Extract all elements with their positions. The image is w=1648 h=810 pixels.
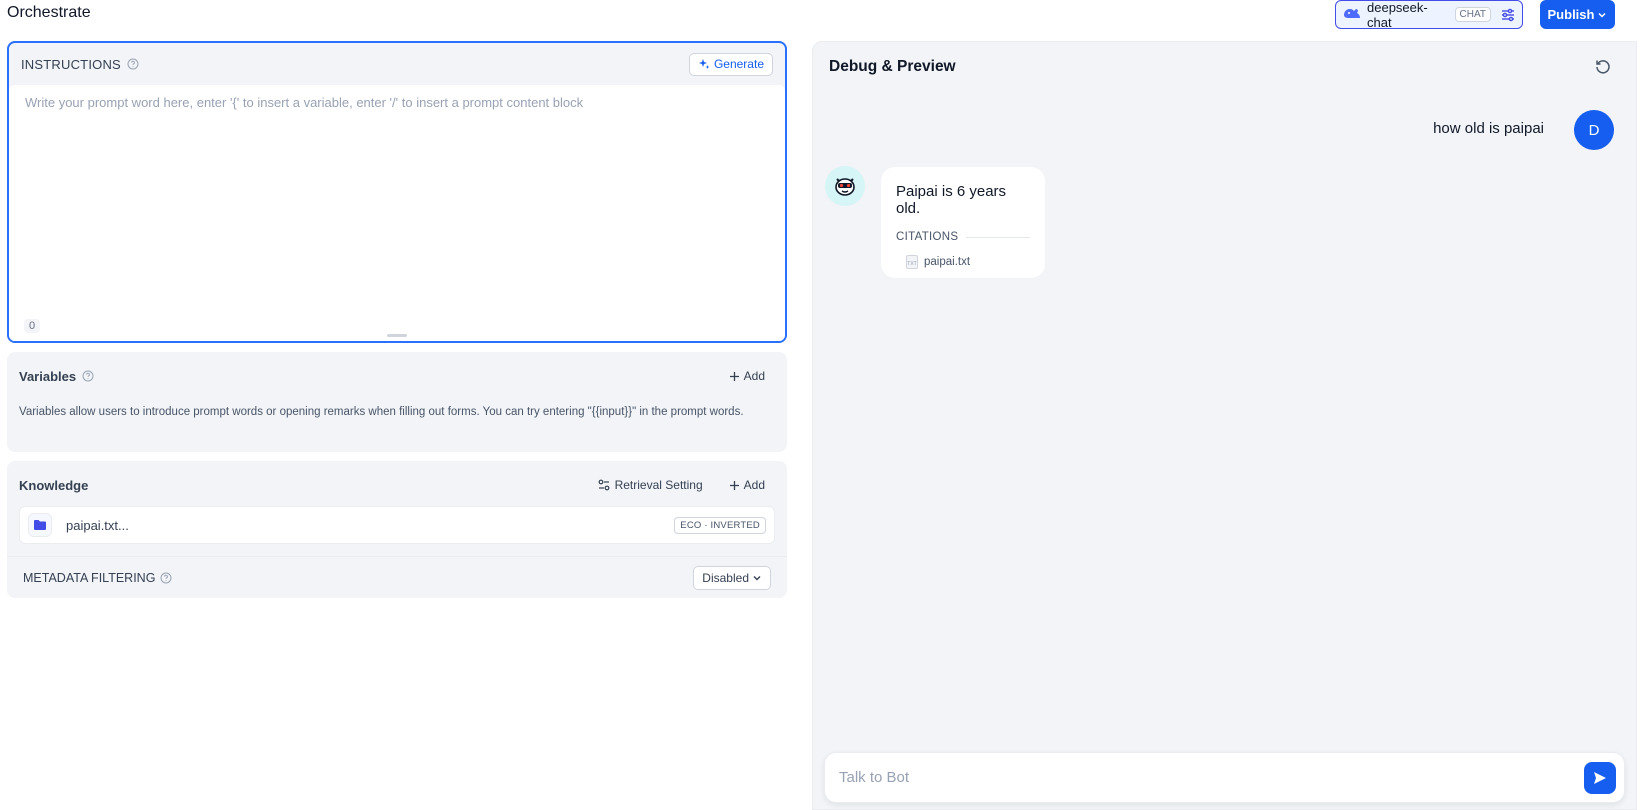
- metadata-filtering-row: METADATA FILTERING Disabled: [7, 556, 787, 598]
- debug-title: Debug & Preview: [829, 58, 956, 75]
- metadata-filtering-heading: METADATA FILTERING: [23, 571, 172, 585]
- help-icon[interactable]: [160, 572, 172, 584]
- help-icon[interactable]: [127, 58, 139, 70]
- divider: [966, 236, 1030, 238]
- knowledge-panel: Knowledge Retrieval Setting Add paipai.t…: [7, 461, 787, 598]
- debug-preview-panel: Debug & Preview how old is paipai D Paip…: [812, 41, 1637, 810]
- instructions-input[interactable]: [9, 85, 785, 295]
- resize-handle[interactable]: [387, 334, 407, 337]
- page-title: Orchestrate: [7, 4, 91, 21]
- send-icon: [1594, 771, 1606, 784]
- instructions-editor: 0: [9, 85, 785, 341]
- add-variable-button[interactable]: Add: [719, 365, 775, 387]
- generate-label: Generate: [713, 57, 764, 71]
- chevron-down-icon: [1598, 12, 1606, 18]
- dataset-name: paipai.txt...: [66, 517, 129, 533]
- publish-button[interactable]: Publish: [1540, 0, 1615, 29]
- sliders-icon[interactable]: [1500, 7, 1516, 23]
- citation-name: paipai.txt: [924, 256, 971, 268]
- user-message: how old is paipai: [1433, 120, 1544, 137]
- model-name: deepseek-chat: [1367, 0, 1428, 30]
- txt-file-icon: TXT: [906, 255, 918, 269]
- whale-icon: [1342, 7, 1362, 23]
- refresh-icon[interactable]: [1594, 58, 1612, 76]
- bot-message-bubble: Paipai is 6 years old. CITATIONS TXT pai…: [881, 167, 1045, 278]
- chat-input[interactable]: [839, 769, 1584, 786]
- instructions-label: INSTRUCTIONS: [21, 56, 121, 72]
- sparkle-icon: [698, 59, 710, 69]
- add-variable-label: Add: [743, 369, 765, 383]
- add-knowledge-label: Add: [743, 478, 765, 492]
- metadata-filtering-label: METADATA FILTERING: [23, 570, 156, 585]
- retrieval-setting-button[interactable]: Retrieval Setting: [592, 474, 709, 496]
- model-mode-badge: CHAT: [1454, 7, 1491, 22]
- chevron-down-icon: [753, 575, 761, 580]
- variables-description: Variables allow users to introduce promp…: [19, 406, 744, 418]
- citations-label: CITATIONS: [896, 231, 959, 243]
- dataset-index-badge: ECO · INVERTED: [674, 516, 766, 534]
- model-selector-button[interactable]: deepseek-chat CHAT: [1335, 0, 1523, 30]
- dataset-item[interactable]: paipai.txt... ECO · INVERTED: [19, 506, 775, 544]
- bot-message: Paipai is 6 years old.: [896, 183, 1007, 217]
- add-knowledge-button[interactable]: Add: [719, 474, 775, 496]
- plus-icon: [729, 480, 739, 490]
- chat-input-container: [824, 752, 1625, 803]
- plus-icon: [729, 371, 739, 381]
- settings-sliders-icon: [598, 479, 609, 491]
- help-icon[interactable]: [82, 370, 94, 382]
- variables-title: Variables: [19, 368, 77, 384]
- retrieval-setting-label: Retrieval Setting: [614, 478, 703, 492]
- instructions-panel: INSTRUCTIONS Generate 0: [7, 41, 787, 343]
- user-avatar: D: [1574, 110, 1614, 150]
- publish-label: Publish: [1547, 7, 1595, 22]
- send-button[interactable]: [1584, 761, 1616, 794]
- variables-panel: Variables Add Variables allow users to i…: [7, 352, 787, 452]
- char-count: 0: [24, 319, 41, 333]
- citations-header: CITATIONS: [896, 231, 1030, 243]
- variables-heading: Variables: [19, 369, 94, 384]
- instructions-heading: INSTRUCTIONS: [21, 57, 139, 72]
- metadata-filtering-value: Disabled: [702, 570, 749, 585]
- citation-item[interactable]: TXT paipai.txt: [906, 255, 1030, 269]
- generate-button[interactable]: Generate: [688, 52, 773, 76]
- knowledge-title: Knowledge: [19, 477, 89, 493]
- folder-icon: [28, 513, 52, 537]
- metadata-filtering-select[interactable]: Disabled: [693, 565, 771, 590]
- bot-avatar-icon: [825, 166, 865, 206]
